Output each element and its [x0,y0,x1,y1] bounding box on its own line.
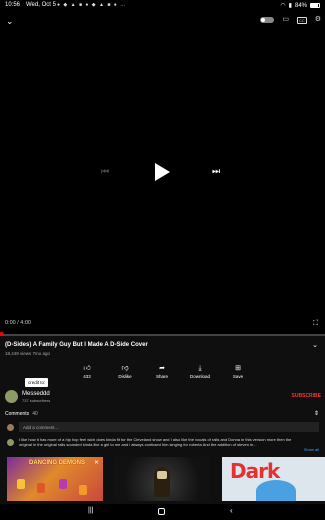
sprite-shape [59,479,67,489]
settings-gear-icon[interactable]: ⚙ [315,16,321,24]
previous-video-icon[interactable]: ⏮ [101,166,109,177]
credit-tooltip: credit to: [25,378,49,387]
play-icon [155,163,170,181]
character-figure [256,480,296,501]
save-button[interactable]: ⊞ Save [223,364,253,379]
save-icon: ⊞ [235,365,241,372]
play-button[interactable] [147,158,177,186]
status-date: Wed, Oct 5 [26,2,56,8]
subscribe-button[interactable]: SUBSCRIBE [292,393,321,399]
like-count: 433 [83,374,91,379]
comment-text: I like how it has more of a hip hop feel… [19,437,292,447]
dislike-button[interactable]: 👎︎ Dislike [110,364,140,379]
user-avatar [7,424,14,431]
close-icon[interactable]: ✕ [94,459,99,466]
comments-count: 40 [32,411,38,417]
cast-icon[interactable]: ▭ [282,16,289,24]
video-title[interactable]: (D-Sides) A Family Guy But I Made A D-Si… [5,342,295,348]
download-icon: ⤓ [198,365,202,372]
action-bar: 👍︎ 433 👎︎ Dislike ➦ Share ⤓ Download ⊞ S… [0,364,325,382]
dislike-label: Dislike [118,374,132,379]
notification-icons: ● ◆ ▲ ■ ● ◆ ▲ ■ ● … [57,2,127,8]
sprite-shape [37,483,45,493]
wifi-icon: ◠ [280,3,286,9]
download-label: Download [189,374,210,379]
back-icon[interactable]: ‹ [230,506,233,515]
battery-icon [310,3,320,8]
time-display: 0:00 / 4:00 [5,320,31,326]
autoplay-toggle[interactable] [260,17,275,23]
thumbs-up-icon: 👍︎ [83,365,91,372]
share-button[interactable]: ➦ Share [147,364,177,379]
sprite-shape [79,485,87,495]
recommended-thumbnail[interactable]: Dark [222,457,325,501]
battery-percent: 84% [294,2,307,9]
home-icon[interactable] [158,508,165,515]
add-comment-input[interactable] [19,422,319,432]
fullscreen-icon[interactable]: ⛶ [313,320,318,328]
recommended-videos: DANCING DEMONS ✕ Dark [0,457,325,501]
save-label: Save [232,374,244,379]
comments-header[interactable]: Comments 40 [5,411,38,417]
show-all-link[interactable]: Show all [304,447,319,452]
status-bar: 10:56 Wed, Oct 5 ● ◆ ▲ ■ ● ◆ ▲ ■ ● … ◠ ▮… [0,0,325,12]
share-label: Share [155,374,168,379]
sprite-shape [17,479,25,489]
like-button[interactable]: 👍︎ 433 [72,364,102,379]
recent-apps-icon[interactable]: ||| [88,507,93,514]
comments-sort-icon[interactable]: ⇕ [314,410,319,417]
captions-icon[interactable]: CC [296,16,307,24]
video-player[interactable]: ⌄ ▭ CC ⚙ ⏮ ⏭ 0:00 / 4:00 ⛶ [0,12,325,337]
channel-name[interactable]: Messeddd [22,391,50,397]
status-time: 10:56 [5,2,21,8]
channel-avatar[interactable] [5,390,18,403]
expand-description-icon[interactable]: ⌄ [312,341,318,349]
video-meta: 18,449 views 7mo ago [5,351,51,356]
minimize-chevron-icon[interactable]: ⌄ [6,16,14,27]
system-nav-bar: ||| ‹ [0,504,325,520]
player-top-controls: ⌄ ▭ CC ⚙ [0,15,325,29]
download-button[interactable]: ⤓ Download [185,364,215,379]
next-video-icon[interactable]: ⏭ [212,166,220,177]
commenter-avatar [7,439,14,446]
top-comment[interactable]: I like how it has more of a hip hop feel… [0,437,325,452]
recommended-thumbnail[interactable]: DANCING DEMONS ✕ [7,457,103,501]
recommended-thumbnail[interactable] [114,457,210,501]
character-face [157,471,167,479]
thumbs-down-icon: 👎︎ [121,365,129,372]
channel-row[interactable]: Messeddd 737 subscribers SUBSCRIBE [0,388,325,406]
share-icon: ➦ [159,365,165,372]
video-info-panel: (D-Sides) A Family Guy But I Made A D-Si… [0,336,325,520]
playback-controls: ⏮ ⏭ [0,158,325,186]
subscriber-count: 737 subscribers [22,398,51,403]
comments-heading: Comments [5,411,30,417]
thumbnail-text: DANCING DEMONS [29,460,86,466]
signal-icon: ▮ [288,3,292,9]
